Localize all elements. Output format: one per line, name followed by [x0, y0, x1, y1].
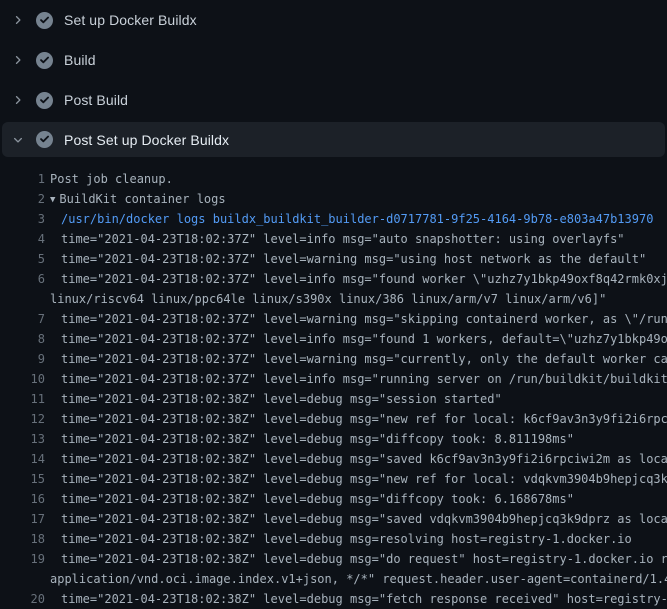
check-circle-icon	[36, 131, 53, 148]
line-number[interactable]: 8	[0, 329, 45, 349]
log-lines: 1Post job cleanup.2▼BuildKit container l…	[0, 157, 667, 609]
step-title: Set up Docker Buildx	[64, 12, 197, 28]
log-text: time="2021-04-23T18:02:38Z" level=debug …	[61, 409, 667, 429]
line-number[interactable]: 10	[0, 369, 45, 389]
line-number[interactable]: 4	[0, 229, 45, 249]
line-number[interactable]: 18	[0, 529, 45, 549]
log-line: 3/usr/bin/docker logs buildx_buildkit_bu…	[0, 209, 667, 229]
line-number[interactable]: 2	[0, 189, 45, 209]
log-text: time="2021-04-23T18:02:38Z" level=debug …	[61, 489, 574, 509]
step-row-post-build[interactable]: Post Build	[0, 80, 667, 120]
line-number[interactable]: 11	[0, 389, 45, 409]
log-text: ▼BuildKit container logs	[50, 189, 226, 209]
line-number[interactable]: 9	[0, 349, 45, 369]
log-line: 9 time="2021-04-23T18:02:37Z" level=warni…	[0, 349, 667, 369]
log-text: Post job cleanup.	[50, 169, 173, 189]
log-text: time="2021-04-23T18:02:37Z" level=warnin…	[61, 249, 646, 269]
line-number[interactable]: 19	[0, 549, 45, 569]
step-row-set-up-docker-buildx[interactable]: Set up Docker Buildx	[0, 0, 667, 40]
check-circle-icon	[36, 12, 53, 29]
chevron-right-icon	[12, 13, 24, 27]
command-log-text: /usr/bin/docker logs buildx_buildkit_bui…	[61, 209, 653, 229]
step-title: Post Build	[64, 92, 128, 108]
chevron-down-icon	[12, 133, 24, 147]
chevron-right-icon	[12, 53, 24, 67]
line-number[interactable]: 20	[0, 589, 45, 609]
log-text: time="2021-04-23T18:02:38Z" level=debug …	[61, 389, 502, 409]
line-number	[0, 569, 45, 589]
log-line: 18 time="2021-04-23T18:02:38Z" level=debu…	[0, 529, 667, 549]
log-line: 10 time="2021-04-23T18:02:37Z" level=info…	[0, 369, 667, 389]
log-line: application/vnd.oci.image.index.v1+json,…	[0, 569, 667, 589]
line-number	[0, 289, 45, 309]
log-line: 5 time="2021-04-23T18:02:37Z" level=warni…	[0, 249, 667, 269]
log-text: time="2021-04-23T18:02:37Z" level=warnin…	[61, 309, 667, 329]
log-text: linux/riscv64 linux/ppc64le linux/s390x …	[50, 289, 606, 309]
log-line: 19 time="2021-04-23T18:02:38Z" level=debu…	[0, 549, 667, 569]
log-text: time="2021-04-23T18:02:38Z" level=debug …	[61, 589, 667, 609]
step-row-build[interactable]: Build	[0, 40, 667, 80]
log-text: time="2021-04-23T18:02:38Z" level=debug …	[61, 549, 667, 569]
log-line: 8 time="2021-04-23T18:02:37Z" level=info …	[0, 329, 667, 349]
log-line: 20 time="2021-04-23T18:02:38Z" level=debu…	[0, 589, 667, 609]
log-text: time="2021-04-23T18:02:37Z" level=info m…	[61, 329, 667, 349]
step-row-post-set-up-docker-buildx[interactable]: Post Set up Docker Buildx	[2, 122, 665, 157]
check-circle-icon	[36, 92, 53, 109]
log-text: application/vnd.oci.image.index.v1+json,…	[50, 569, 667, 589]
log-text: time="2021-04-23T18:02:37Z" level=warnin…	[61, 349, 667, 369]
log-text: time="2021-04-23T18:02:37Z" level=info m…	[61, 269, 667, 289]
log-line: 4 time="2021-04-23T18:02:37Z" level=info …	[0, 229, 667, 249]
log-text: time="2021-04-23T18:02:38Z" level=debug …	[61, 469, 667, 489]
line-number[interactable]: 3	[0, 209, 45, 229]
line-number[interactable]: 12	[0, 409, 45, 429]
log-text: time="2021-04-23T18:02:38Z" level=debug …	[61, 509, 667, 529]
log-text: time="2021-04-23T18:02:38Z" level=debug …	[61, 529, 632, 549]
line-number[interactable]: 16	[0, 489, 45, 509]
log-line: 12 time="2021-04-23T18:02:38Z" level=debu…	[0, 409, 667, 429]
line-number[interactable]: 5	[0, 249, 45, 269]
chevron-right-icon	[12, 93, 24, 107]
log-line: linux/riscv64 linux/ppc64le linux/s390x …	[0, 289, 667, 309]
group-collapse-icon[interactable]: ▼	[50, 190, 55, 210]
line-number[interactable]: 15	[0, 469, 45, 489]
log-line: 2▼BuildKit container logs	[0, 189, 667, 209]
step-title: Post Set up Docker Buildx	[64, 132, 229, 148]
line-number[interactable]: 7	[0, 309, 45, 329]
line-number[interactable]: 6	[0, 269, 45, 289]
log-line: 14 time="2021-04-23T18:02:38Z" level=debu…	[0, 449, 667, 469]
check-circle-icon	[36, 52, 53, 69]
step-title: Build	[64, 52, 96, 68]
log-text: time="2021-04-23T18:02:38Z" level=debug …	[61, 449, 667, 469]
log-text: time="2021-04-23T18:02:37Z" level=info m…	[61, 369, 667, 389]
log-line: 16 time="2021-04-23T18:02:38Z" level=debu…	[0, 489, 667, 509]
log-line: 6 time="2021-04-23T18:02:37Z" level=info …	[0, 269, 667, 289]
log-line: 7 time="2021-04-23T18:02:37Z" level=warni…	[0, 309, 667, 329]
line-number[interactable]: 14	[0, 449, 45, 469]
line-number[interactable]: 1	[0, 169, 45, 189]
log-line: 15 time="2021-04-23T18:02:38Z" level=debu…	[0, 469, 667, 489]
log-line: 11 time="2021-04-23T18:02:38Z" level=debu…	[0, 389, 667, 409]
log-line: 13 time="2021-04-23T18:02:38Z" level=debu…	[0, 429, 667, 449]
log-text: time="2021-04-23T18:02:38Z" level=debug …	[61, 429, 574, 449]
line-number[interactable]: 13	[0, 429, 45, 449]
log-line: 17 time="2021-04-23T18:02:38Z" level=debu…	[0, 509, 667, 529]
log-text: time="2021-04-23T18:02:37Z" level=info m…	[61, 229, 625, 249]
line-number[interactable]: 17	[0, 509, 45, 529]
log-line: 1Post job cleanup.	[0, 169, 667, 189]
steps-list: Set up Docker Buildx Build Post Build Po…	[0, 0, 667, 157]
